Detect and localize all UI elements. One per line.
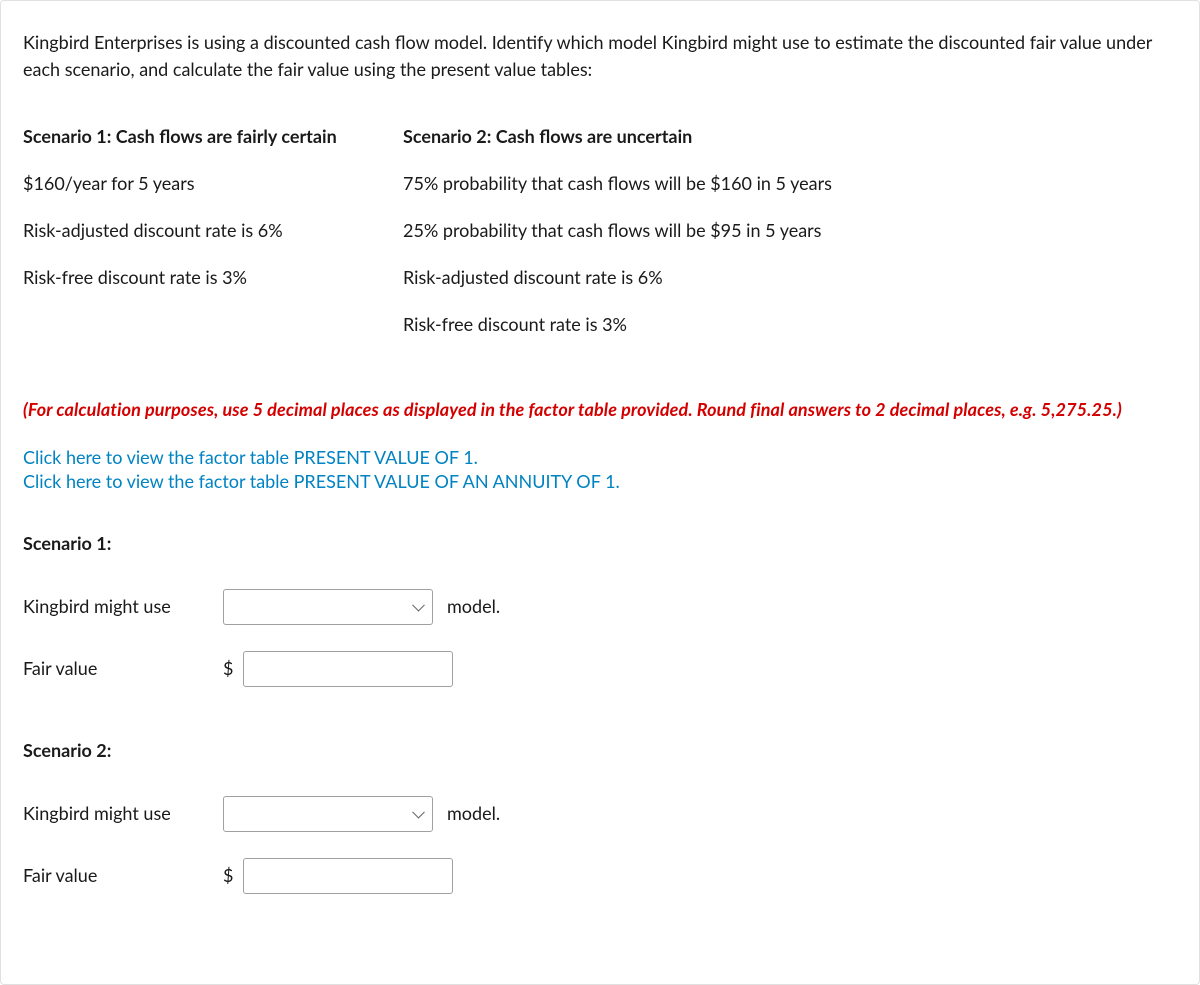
scenario1-model-select[interactable] (223, 589, 433, 625)
scenario2-model-row: Kingbird might use model. (23, 796, 1177, 832)
scenario1-might-use-label: Kingbird might use (23, 593, 223, 620)
currency-symbol: $ (223, 862, 243, 889)
scenario1-row4 (23, 301, 403, 348)
scenario2-row4: Risk-free discount rate is 3% (403, 301, 862, 348)
scenario2-fair-value-row: Fair value $ (23, 858, 1177, 894)
scenario2-header: Scenario 2: Cash flows are uncertain (403, 113, 862, 160)
scenario2-fair-value-label: Fair value (23, 862, 223, 889)
link-present-value-of-1[interactable]: Click here to view the factor table PRES… (23, 445, 1177, 469)
currency-symbol: $ (223, 655, 243, 682)
scenario1-label: Scenario 1: (23, 530, 1177, 557)
scenario2-label: Scenario 2: (23, 737, 1177, 764)
question-intro: Kingbird Enterprises is using a discount… (23, 29, 1177, 83)
scenario2-model-select[interactable] (223, 796, 433, 832)
scenario1-model-suffix: model. (447, 593, 500, 620)
scenario1-fair-value-input[interactable] (243, 651, 453, 687)
question-card: Kingbird Enterprises is using a discount… (0, 0, 1200, 985)
factor-table-links: Click here to view the factor table PRES… (23, 445, 1177, 494)
scenario1-model-row: Kingbird might use model. (23, 589, 1177, 625)
scenario1-fair-value-row: Fair value $ (23, 651, 1177, 687)
calculation-instruction: (For calculation purposes, use 5 decimal… (23, 396, 1177, 423)
link-present-value-of-annuity-of-1[interactable]: Click here to view the factor table PRES… (23, 469, 1177, 493)
scenario2-row2: 25% probability that cash flows will be … (403, 207, 862, 254)
scenario1-answer-block: Scenario 1: Kingbird might use model. Fa… (23, 530, 1177, 687)
scenario2-model-suffix: model. (447, 800, 500, 827)
scenario2-might-use-label: Kingbird might use (23, 800, 223, 827)
scenario1-row1: $160/year for 5 years (23, 160, 403, 207)
scenario-table: Scenario 1: Cash flows are fairly certai… (23, 113, 862, 348)
scenario1-header: Scenario 1: Cash flows are fairly certai… (23, 113, 403, 160)
scenario1-row3: Risk-free discount rate is 3% (23, 254, 403, 301)
scenario2-fair-value-input[interactable] (243, 858, 453, 894)
scenario2-row3: Risk-adjusted discount rate is 6% (403, 254, 862, 301)
scenario1-row2: Risk-adjusted discount rate is 6% (23, 207, 403, 254)
scenario2-answer-block: Scenario 2: Kingbird might use model. Fa… (23, 737, 1177, 894)
scenario1-fair-value-label: Fair value (23, 655, 223, 682)
scenario2-row1: 75% probability that cash flows will be … (403, 160, 862, 207)
